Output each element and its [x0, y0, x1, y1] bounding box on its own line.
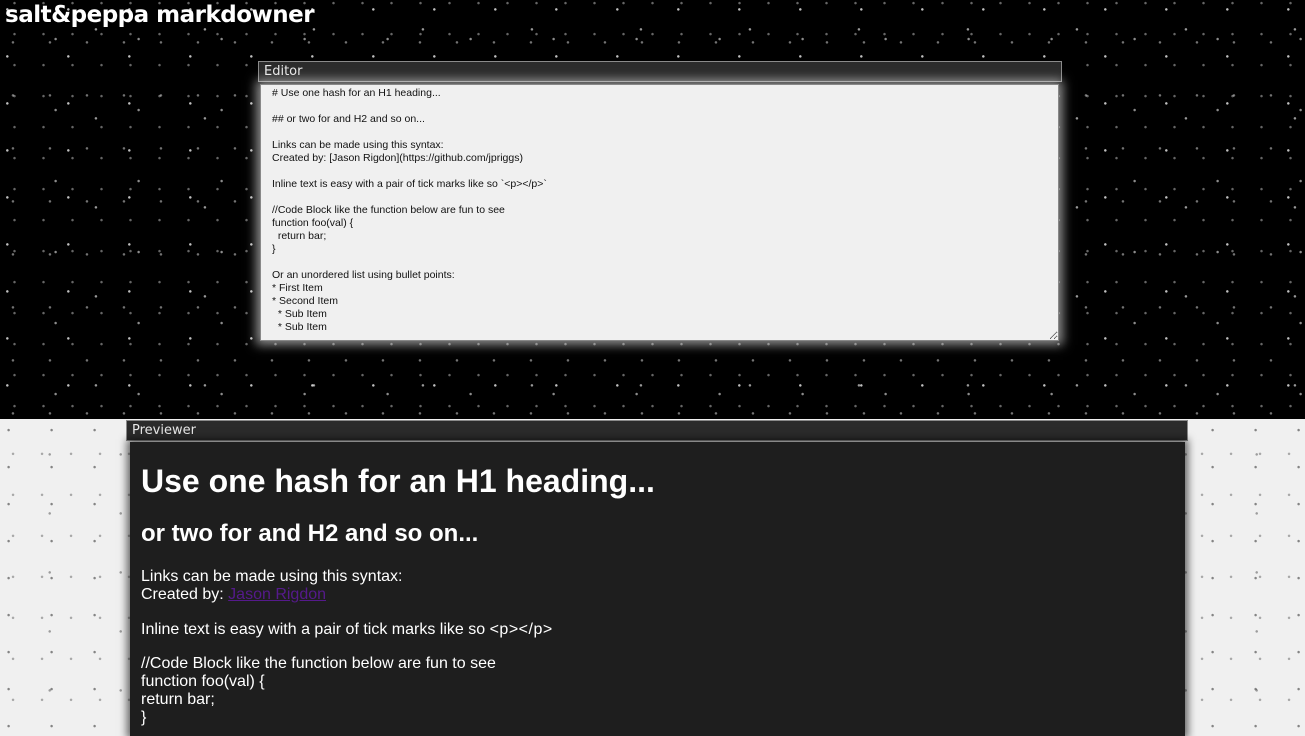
preview-code-block: //Code Block like the function below are… [141, 655, 496, 727]
inline-code: <p></p> [489, 621, 553, 638]
editor-header: Editor [258, 61, 1062, 82]
preview-links-paragraph: Links can be made using this syntax: Cre… [141, 568, 402, 604]
code-comment: //Code Block like the function below are… [141, 655, 496, 672]
code-line-return: return bar; [141, 691, 215, 708]
editor-textarea[interactable] [260, 84, 1059, 341]
preview-inline-paragraph: Inline text is easy with a pair of tick … [141, 621, 553, 639]
created-by-label: Created by: [141, 586, 224, 603]
previewer-header: Previewer [126, 420, 1188, 441]
preview-heading-1: Use one hash for an H1 heading... [141, 463, 655, 499]
previewer-panel: Use one hash for an H1 heading... or two… [130, 442, 1185, 736]
links-syntax-text: Links can be made using this syntax: [141, 568, 403, 585]
inline-text: Inline text is easy with a pair of tick … [141, 621, 486, 638]
author-link[interactable]: Jason Rigdon [228, 586, 326, 603]
editor-panel [260, 84, 1059, 341]
preview-heading-2: or two for and H2 and so on... [141, 520, 479, 547]
code-line-function: function foo(val) { [141, 673, 265, 690]
app-title: salt&peppa markdowner [5, 2, 315, 28]
code-line-close: } [141, 709, 147, 726]
